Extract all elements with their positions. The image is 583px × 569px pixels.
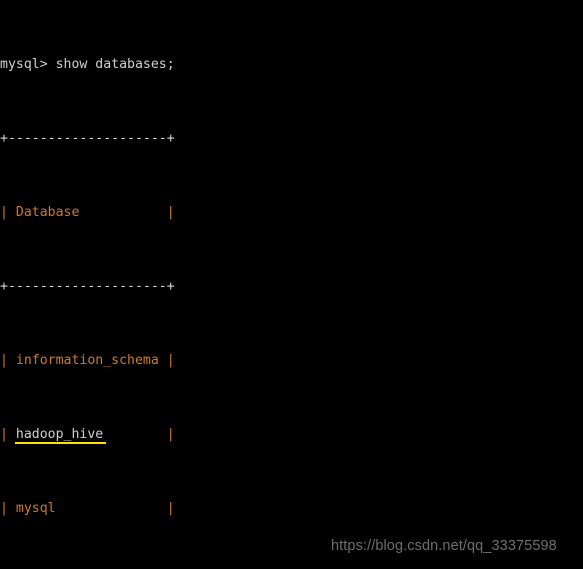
db-row-mysql: | mysql | <box>0 500 175 516</box>
terminal-line-rule-header: +--------------------+ <box>0 278 524 297</box>
db-row-hadoop-hive-highlighted: hadoop_hive <box>14 426 107 445</box>
table-rule: +--------------------+ <box>0 278 175 294</box>
terminal-line-db-information-schema: | information_schema | <box>0 352 524 371</box>
terminal-line-db-mysql: | mysql | <box>0 500 524 519</box>
table-rule: +--------------------+ <box>0 130 175 146</box>
terminal-output: mysql> show databases; +----------------… <box>0 0 524 569</box>
row-pipe-open: | <box>0 426 16 442</box>
command-show-databases: mysql> show databases; <box>0 56 175 72</box>
watermark-blog-url: https://blog.csdn.net/qq_33375598 <box>331 538 557 554</box>
terminal-window[interactable]: mysql> show databases; +----------------… <box>0 0 583 569</box>
table-header-database: | Database | <box>0 204 175 220</box>
terminal-line-command-show-databases: mysql> show databases; <box>0 56 524 75</box>
terminal-line-db-hadoop-hive: | hadoop_hive | <box>0 426 524 445</box>
terminal-line-rule-top: +--------------------+ <box>0 130 524 149</box>
db-row-information-schema: | information_schema | <box>0 352 175 368</box>
terminal-line-db-header: | Database | <box>0 204 524 223</box>
row-pipe-close: | <box>103 426 175 442</box>
